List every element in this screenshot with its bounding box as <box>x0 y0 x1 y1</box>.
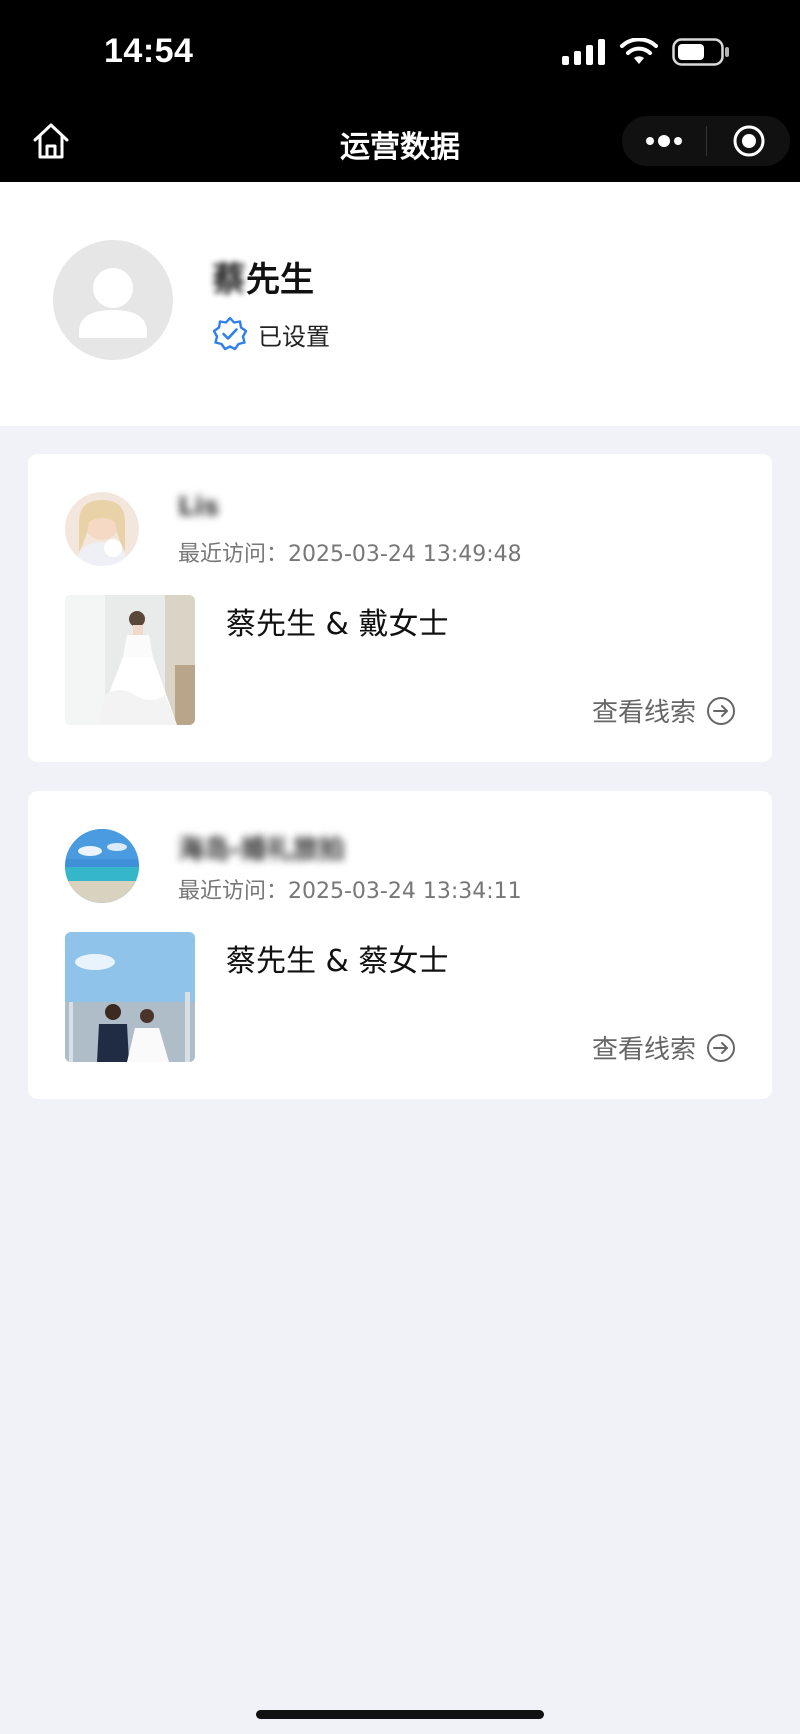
more-dots-icon <box>646 135 682 147</box>
close-button[interactable] <box>707 116 790 166</box>
visitor-card[interactable]: 海岛-婚礼旅拍 最近访问：2025-03-24 13:34:11 蔡先生 & 蔡… <box>28 791 772 1099</box>
wifi-icon <box>620 38 658 64</box>
status-icons <box>562 38 730 66</box>
mini-program-capsule <box>622 116 790 166</box>
view-lead-button[interactable]: 查看线索 <box>592 692 736 729</box>
couple-names: 蔡先生 & 戴女士 <box>226 607 449 642</box>
verified-badge-icon <box>212 316 248 351</box>
bride-photo-image <box>65 595 195 725</box>
visitor-avatar <box>65 829 139 903</box>
arrow-right-circle-icon <box>707 696 735 725</box>
battery-icon <box>672 38 729 66</box>
target-close-icon <box>733 125 764 157</box>
avatar <box>53 240 173 360</box>
verified-status: 已设置 <box>212 316 330 352</box>
status-bar: 14:54 <box>0 0 800 100</box>
nav-bar: 运营数据 <box>0 100 800 182</box>
status-time: 14:54 <box>104 32 194 70</box>
arrow-right-circle-icon <box>707 1033 735 1062</box>
visitor-avatar <box>65 492 139 566</box>
visitor-avatar-image <box>65 492 139 566</box>
profile-name: 蔡先生 <box>212 252 314 301</box>
profile-name-suffix: 先生 <box>246 260 314 300</box>
profile-header: 蔡先生 已设置 <box>0 182 800 426</box>
visitor-avatar-image <box>65 829 139 903</box>
cover-thumbnail <box>65 932 195 1062</box>
visitor-name: 海岛-婚礼旅拍 <box>178 835 345 865</box>
last-visit-time: 最近访问：2025-03-24 13:34:11 <box>178 879 522 904</box>
default-user-icon <box>79 268 147 338</box>
signal-icon <box>562 39 605 65</box>
couple-photo-image <box>65 932 195 1062</box>
visitor-card[interactable]: Lis 最近访问：2025-03-24 13:49:48 蔡先生 & 戴女士 查… <box>28 454 772 762</box>
home-indicator <box>256 1710 544 1719</box>
visitor-name: Lis <box>178 492 219 522</box>
verified-label: 已设置 <box>258 322 330 351</box>
view-lead-label: 查看线索 <box>591 698 696 728</box>
more-button[interactable] <box>622 116 706 166</box>
last-visit-time: 最近访问：2025-03-24 13:49:48 <box>178 542 522 567</box>
couple-names: 蔡先生 & 蔡女士 <box>226 944 449 979</box>
view-lead-label: 查看线索 <box>591 1035 696 1065</box>
view-lead-button[interactable]: 查看线索 <box>592 1029 736 1066</box>
profile-name-blurred: 蔡 <box>212 260 246 300</box>
cover-thumbnail <box>65 595 195 725</box>
